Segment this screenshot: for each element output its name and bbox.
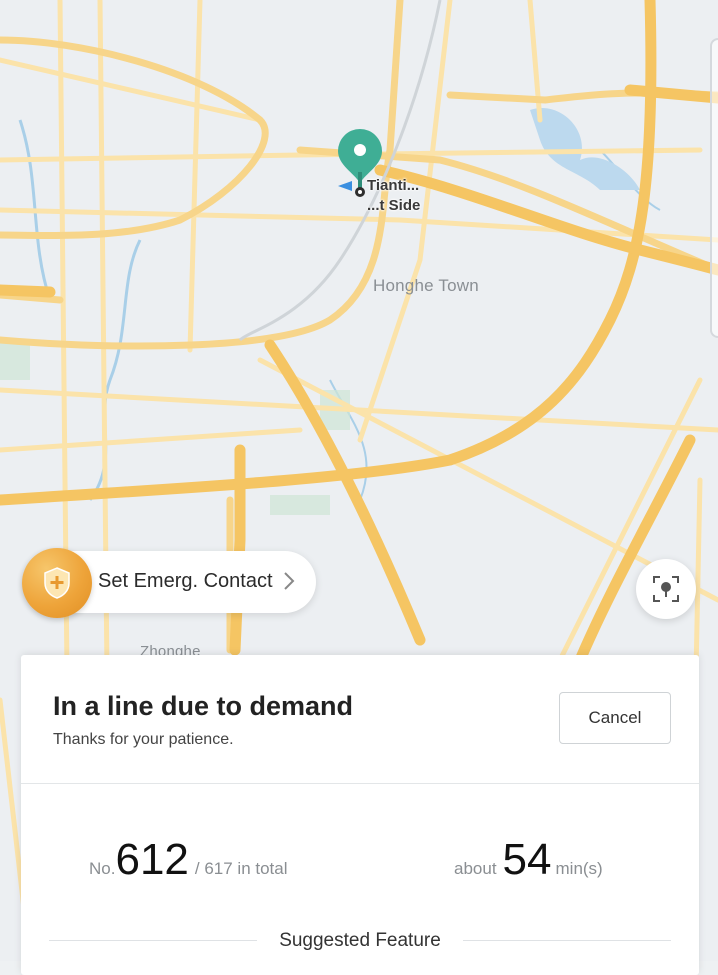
queue-position: No. 612 / 617 in total xyxy=(89,835,288,885)
edge-drawer-handle[interactable] xyxy=(710,38,718,338)
locate-button[interactable] xyxy=(636,559,696,619)
estimated-wait: about 54 min(s) xyxy=(454,835,603,885)
locate-pin-icon xyxy=(653,576,679,602)
map-label-honghe: Honghe Town xyxy=(373,276,479,295)
chevron-right-icon xyxy=(284,572,295,590)
queue-status-card: In a line due to demand Thanks for your … xyxy=(21,655,699,975)
queue-position-value: 612 xyxy=(115,835,189,884)
suggested-feature-header: Suggested Feature xyxy=(49,928,671,952)
wait-prefix: about xyxy=(454,859,497,878)
emergency-contact-label[interactable]: Set Emerg. Contact xyxy=(98,570,273,593)
card-divider xyxy=(21,783,699,784)
pin-label-line1: Tianti... xyxy=(367,177,420,194)
cancel-button[interactable]: Cancel xyxy=(559,692,671,744)
divider-right xyxy=(463,940,671,941)
wait-value: 54 xyxy=(502,835,552,884)
queue-position-total: / 617 in total xyxy=(194,859,288,878)
queue-subtitle: Thanks for your patience. xyxy=(53,731,234,748)
wait-unit: min(s) xyxy=(555,859,603,878)
shield-plus-icon[interactable] xyxy=(22,548,92,618)
queue-position-prefix: No. xyxy=(89,859,116,878)
pin-label-line2: ...t Side xyxy=(367,197,421,214)
queue-title: In a line due to demand xyxy=(53,691,354,721)
suggested-feature-label: Suggested Feature xyxy=(279,930,441,951)
